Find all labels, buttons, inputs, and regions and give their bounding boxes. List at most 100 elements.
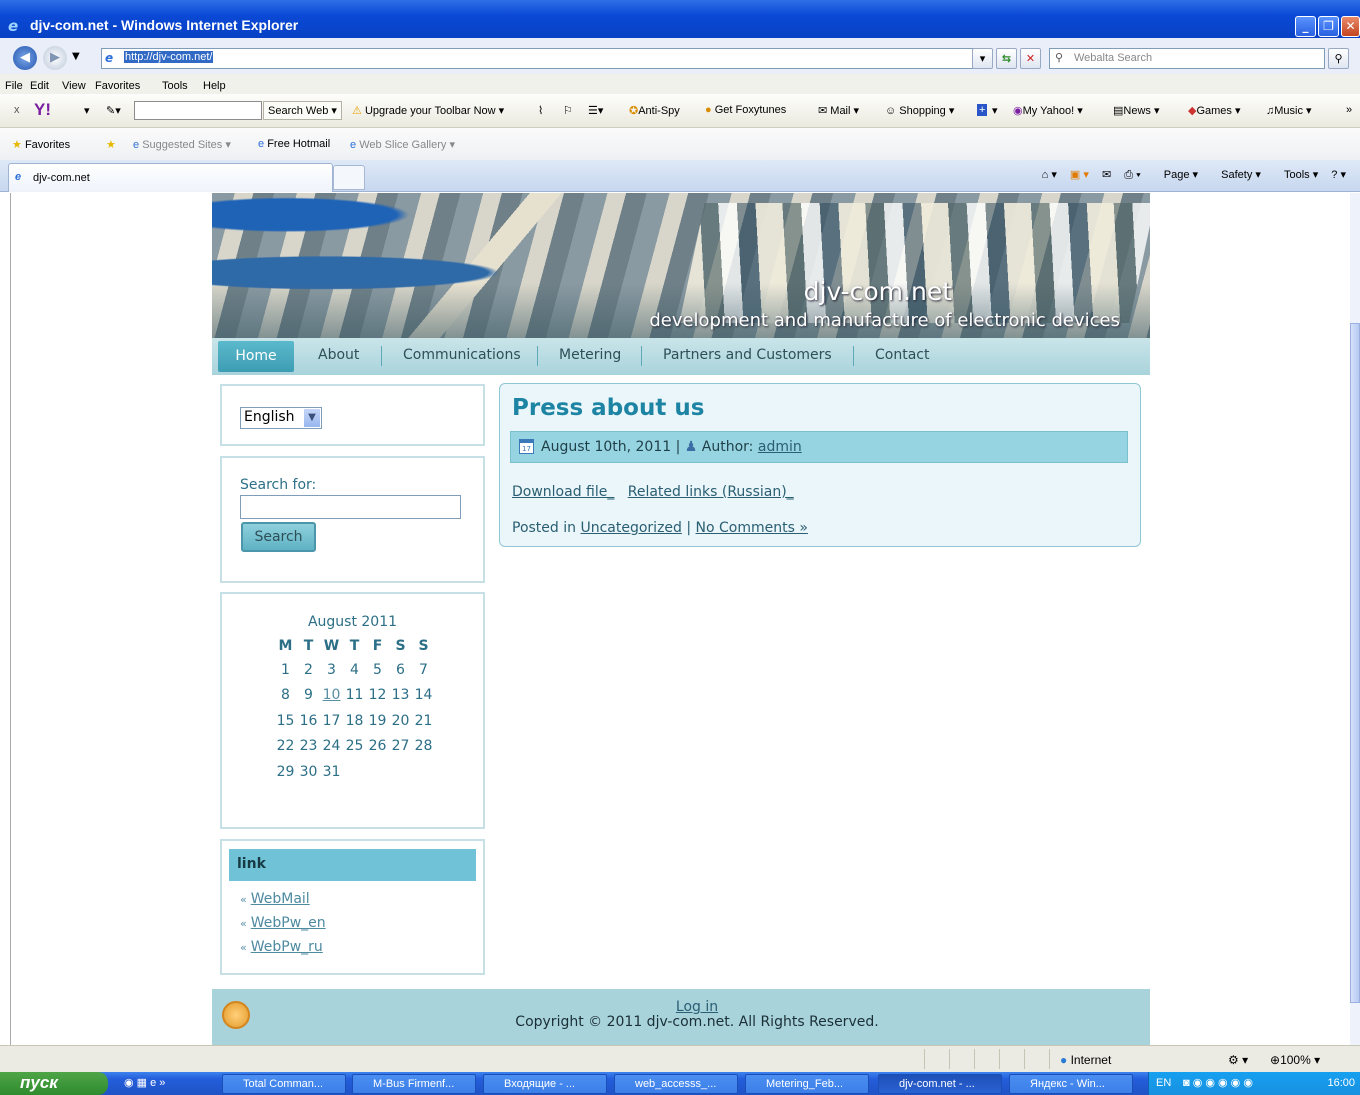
copyright-text: Copyright © 2011 djv-com.net. All Rights… <box>515 1014 879 1030</box>
yahoo-logo-icon[interactable]: Y! <box>34 100 51 120</box>
start-button[interactable]: пуск <box>0 1072 108 1095</box>
shopping-button[interactable]: ☺ Shopping ▾ <box>885 104 954 117</box>
link-webpw-en[interactable]: «WebPw_en <box>240 915 326 931</box>
menu-edit[interactable]: Edit <box>30 80 49 92</box>
language-select[interactable]: English ▼ <box>240 407 322 429</box>
help-icon[interactable]: ? ▾ <box>1331 169 1346 181</box>
search-web-button[interactable]: Search Web ▾ <box>263 101 342 120</box>
nav-partners-customers[interactable]: Partners and Customers <box>663 347 832 363</box>
print-icon[interactable]: ⎙ ▾ <box>1124 169 1140 181</box>
free-hotmail-link[interactable]: e Free Hotmail <box>258 138 330 150</box>
site-header: djv-com.net development and manufacture … <box>212 193 1150 338</box>
music-button[interactable]: ♫Music ▾ <box>1266 104 1312 117</box>
games-button[interactable]: ◆Games ▾ <box>1188 104 1241 117</box>
safety-menu[interactable]: Safety ▾ <box>1211 169 1261 181</box>
yahoo-search-input[interactable] <box>134 101 262 120</box>
page-menu[interactable]: Page ▾ <box>1154 169 1198 181</box>
menu-view[interactable]: View <box>62 80 86 92</box>
task-web-access[interactable]: web_accesss_... <box>614 1074 738 1094</box>
pencil-icon[interactable]: ✎▾ <box>106 104 121 117</box>
news-button[interactable]: ▤News ▾ <box>1113 104 1160 117</box>
toolbar-overflow-icon[interactable]: » <box>1346 104 1352 116</box>
get-foxytunes-button[interactable]: ● Get Foxytunes <box>705 104 786 116</box>
menu-file[interactable]: File <box>5 80 23 92</box>
tray-icons[interactable]: ◙ ◉ ◉ ◉ ◉ ◉ <box>1183 1076 1253 1089</box>
address-dropdown-button[interactable]: ▾ <box>972 48 993 69</box>
nav-contact[interactable]: Contact <box>875 347 929 363</box>
highlight-icon[interactable]: ⌇ <box>538 104 543 117</box>
nav-communications[interactable]: Communications <box>403 347 521 363</box>
site-title[interactable]: djv-com.net <box>804 277 952 306</box>
stop-icon[interactable]: ✕ <box>1020 48 1041 69</box>
mail-button[interactable]: ✉ Mail ▾ <box>818 104 859 117</box>
add-dropdown-icon[interactable]: ▾ <box>992 104 998 117</box>
related-links-link[interactable]: Related links (Russian)_ <box>628 484 794 500</box>
vertical-scrollbar[interactable] <box>1350 193 1360 1045</box>
site-search-input[interactable] <box>240 495 461 519</box>
nav-separator <box>537 346 538 366</box>
forward-button[interactable]: ▶ <box>43 46 67 70</box>
comments-link[interactable]: No Comments » <box>696 520 808 536</box>
system-tray: EN ◙ ◉ ◉ ◉ ◉ ◉ 16:00 <box>1148 1072 1360 1095</box>
menu-help[interactable]: Help <box>203 80 226 92</box>
close-button[interactable]: ✕ <box>1341 16 1360 37</box>
search-button[interactable]: Search <box>241 522 316 552</box>
task-mbus[interactable]: M-Bus Firmenf... <box>352 1074 476 1094</box>
calendar-day[interactable]: 10 <box>320 683 343 709</box>
login-link[interactable]: Log in <box>212 999 1182 1015</box>
category-link[interactable]: Uncategorized <box>580 520 681 536</box>
layout-icon[interactable]: ☰▾ <box>588 104 603 117</box>
feeds-icon[interactable]: ▣ ▾ <box>1070 169 1089 181</box>
task-yandex[interactable]: Яндекс - Win... <box>1009 1074 1133 1094</box>
close-toolbar-icon[interactable]: x <box>14 104 20 116</box>
nav-metering[interactable]: Metering <box>559 347 621 363</box>
calendar-day-header: T <box>303 638 314 654</box>
search-widget: Search for: Search <box>220 456 485 583</box>
anti-spy-button[interactable]: ✪Anti-Spy <box>629 104 680 117</box>
minimize-button[interactable]: _ <box>1295 16 1316 37</box>
back-button[interactable]: ◀ <box>13 46 37 70</box>
address-field[interactable]: e http://djv-com.net/ <box>101 48 989 69</box>
new-tab-button[interactable] <box>333 165 365 190</box>
suggested-sites-button[interactable]: e Suggested Sites ▾ <box>133 138 231 151</box>
link-webpw-ru[interactable]: «WebPw_ru <box>240 939 323 955</box>
menu-bar: File Edit View Favorites Tools Help <box>0 74 1360 94</box>
menu-tools[interactable]: Tools <box>162 80 188 92</box>
author-link[interactable]: admin <box>758 439 802 455</box>
read-mail-icon[interactable]: ✉ <box>1102 169 1111 181</box>
security-zone[interactable]: ● Internet <box>1060 1053 1111 1067</box>
tab-djv-com[interactable]: e djv-com.net <box>8 163 333 192</box>
web-slice-gallery-button[interactable]: e Web Slice Gallery ▾ <box>350 138 455 151</box>
upgrade-toolbar-button[interactable]: ⚠ Upgrade your Toolbar Now ▾ <box>352 104 504 117</box>
nav-home[interactable]: Home <box>218 341 294 372</box>
scrollbar-thumb[interactable] <box>1350 323 1360 1003</box>
language-indicator[interactable]: EN <box>1156 1077 1171 1089</box>
zoom-level[interactable]: ⊕100% ▾ <box>1270 1053 1320 1067</box>
task-metering[interactable]: Metering_Feb... <box>745 1074 869 1094</box>
task-inbox[interactable]: Входящие - ... <box>483 1074 607 1094</box>
home-icon[interactable]: ⌂ ▾ <box>1042 169 1057 181</box>
nav-about[interactable]: About <box>318 347 359 363</box>
task-djv-com[interactable]: djv-com.net - ... <box>878 1074 1002 1094</box>
menu-favorites[interactable]: Favorites <box>95 80 140 92</box>
download-file-link[interactable]: Download file_ <box>512 484 614 500</box>
search-go-button[interactable]: ⚲ <box>1328 48 1349 69</box>
protected-mode-icon[interactable]: ⚙ ▾ <box>1228 1053 1248 1067</box>
quick-launch-icons[interactable]: ◉ ▦ e » <box>124 1076 165 1089</box>
history-dropdown-icon[interactable]: ▼ <box>72 51 80 62</box>
post-links: Download file_ Related links (Russian)_ <box>512 484 794 500</box>
task-total-commander[interactable]: Total Comman... <box>222 1074 346 1094</box>
calendar-day <box>389 759 412 785</box>
my-yahoo-button[interactable]: ◉My Yahoo! ▾ <box>1013 104 1083 117</box>
search-input[interactable]: ⚲ Webalta Search <box>1049 48 1325 69</box>
yahoo-dropdown-icon[interactable]: ▾ <box>84 104 90 117</box>
favorites-button[interactable]: ★ Favorites <box>12 138 70 151</box>
tools-menu[interactable]: Tools ▾ <box>1274 169 1318 181</box>
maximize-button[interactable]: ❐ <box>1318 16 1339 37</box>
refresh-icon[interactable]: ⇆ <box>996 48 1017 69</box>
add-favorites-icon[interactable]: ★ <box>106 138 116 151</box>
bookmark-icon[interactable]: ⚐ <box>563 104 573 117</box>
link-webmail[interactable]: «WebMail <box>240 891 310 907</box>
add-button-icon[interactable]: + <box>977 104 988 116</box>
post-title[interactable]: Press about us <box>512 395 704 421</box>
